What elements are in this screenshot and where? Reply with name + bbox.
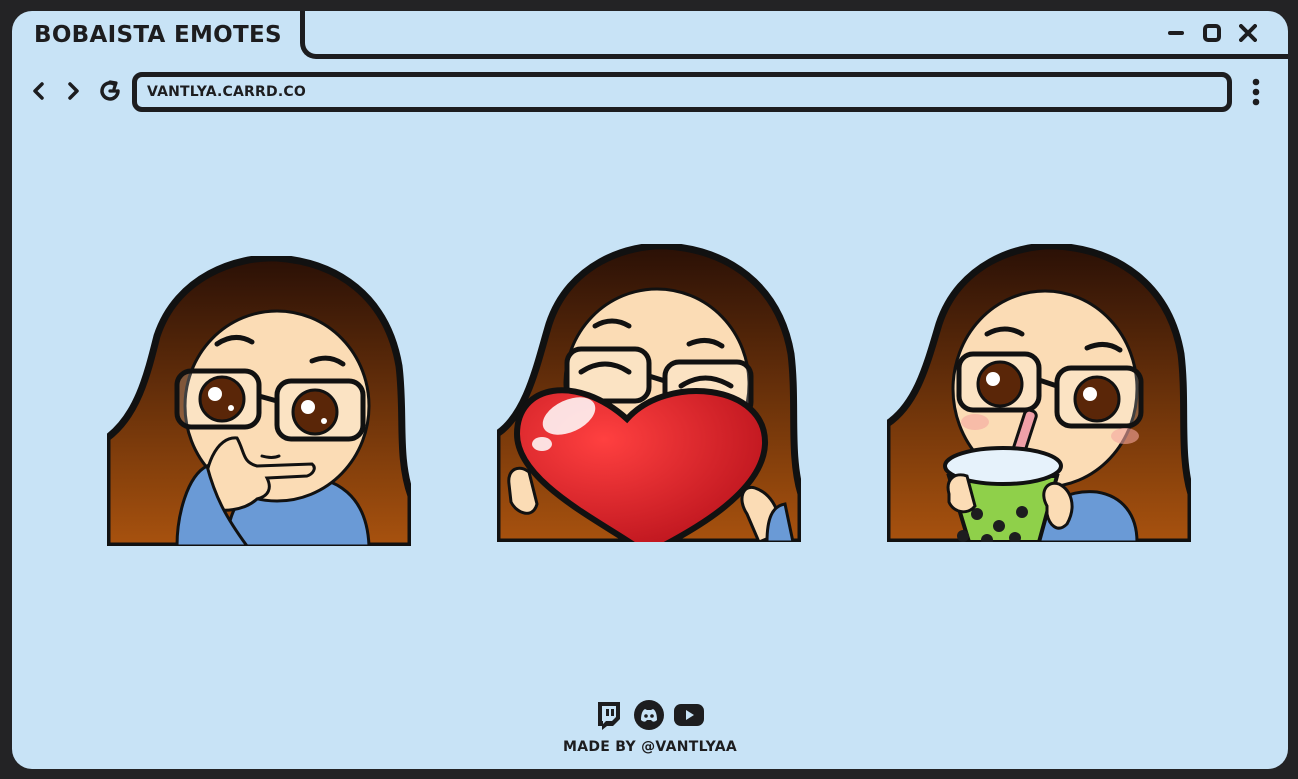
nav-controls <box>27 77 125 105</box>
reload-icon <box>100 80 120 101</box>
discord-icon <box>634 700 664 730</box>
discord-link[interactable] <box>633 699 665 731</box>
menu-button[interactable] <box>1250 77 1262 107</box>
window-title: BOBAISTA EMOTES <box>34 22 282 48</box>
social-links <box>593 699 705 731</box>
chevron-left-icon <box>33 82 44 100</box>
twitch-link[interactable] <box>593 699 625 731</box>
youtube-link[interactable] <box>673 699 705 731</box>
back-button[interactable] <box>27 77 51 105</box>
browser-window: BOBAISTA EMOTES VANTLYA.CARRD.CO MADE BY… <box>12 11 1288 769</box>
chevron-right-icon <box>68 82 79 100</box>
heart-emote <box>497 243 801 543</box>
window-controls <box>1166 23 1258 43</box>
forward-button[interactable] <box>61 77 85 105</box>
credit-text: MADE BY @VANTLYAA <box>562 739 738 755</box>
close-icon <box>1239 24 1257 42</box>
boba-emote <box>887 243 1191 543</box>
kebab-menu-icon <box>1252 78 1260 106</box>
thinking-emote <box>107 251 411 551</box>
maximize-icon <box>1203 24 1221 42</box>
address-text: VANTLYA.CARRD.CO <box>147 84 306 100</box>
reload-button[interactable] <box>95 77 125 105</box>
youtube-icon <box>674 704 704 726</box>
maximize-button[interactable] <box>1202 23 1222 43</box>
twitch-icon <box>598 702 620 730</box>
minimize-button[interactable] <box>1166 23 1186 43</box>
tab-strip <box>300 11 1288 59</box>
close-button[interactable] <box>1238 23 1258 43</box>
minimize-icon <box>1168 31 1184 35</box>
address-bar[interactable]: VANTLYA.CARRD.CO <box>132 72 1232 112</box>
